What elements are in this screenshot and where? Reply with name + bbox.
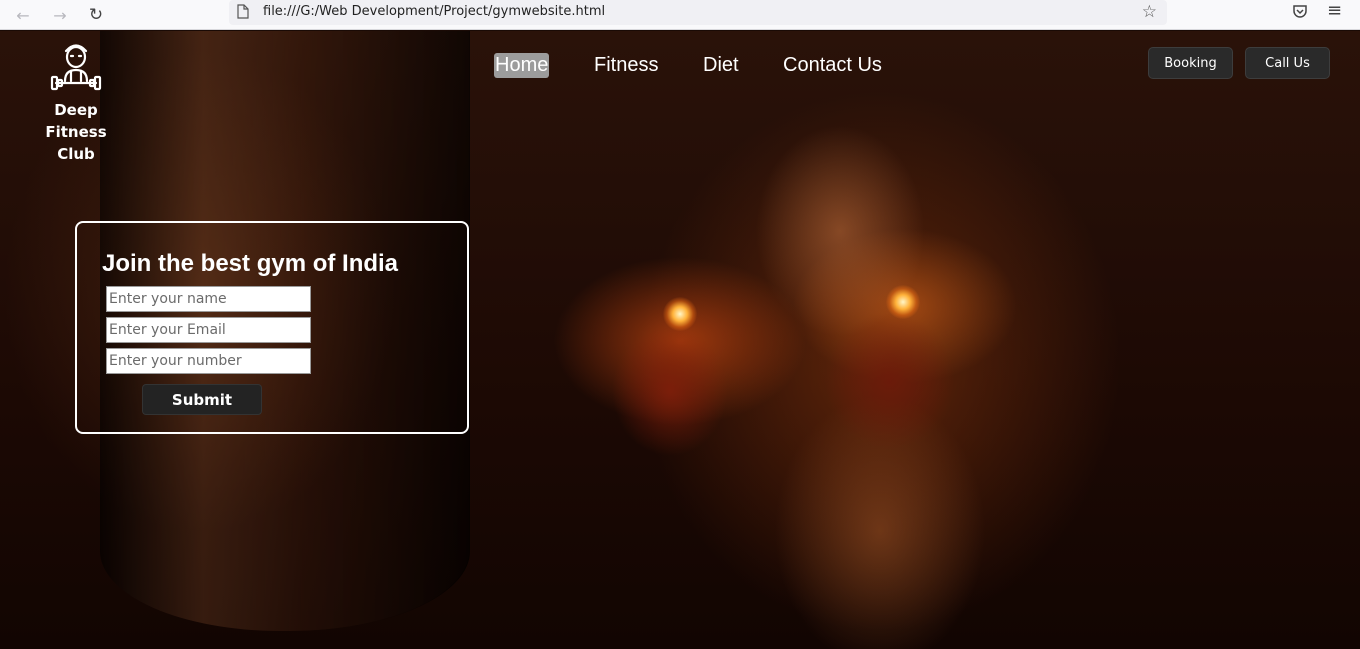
- reload-icon[interactable]: ↻: [84, 3, 108, 27]
- back-arrow-icon[interactable]: ←: [11, 3, 35, 27]
- nav-contact-link[interactable]: Contact Us: [783, 53, 882, 78]
- hamburger-menu-icon[interactable]: ≡: [1327, 0, 1342, 21]
- page-document-icon: [237, 4, 249, 19]
- trainer-with-barbell-icon: [50, 44, 102, 91]
- nav-fitness-link[interactable]: Fitness: [594, 53, 658, 78]
- number-input[interactable]: [106, 348, 311, 374]
- join-form-card: Join the best gym of India Submit: [75, 221, 469, 434]
- site-logo[interactable]: Deep Fitness Club: [22, 37, 130, 165]
- glove-spark-right: [886, 285, 920, 319]
- booking-button[interactable]: Booking: [1148, 47, 1233, 79]
- logo-text-line2: Club: [57, 145, 95, 163]
- join-form-title: Join the best gym of India: [102, 250, 399, 277]
- browser-toolbar: ← → ↻ file:///G:/Web Development/Project…: [0, 0, 1360, 30]
- boxer-hero-image: [560, 91, 1160, 649]
- nav-home-link[interactable]: Home: [494, 53, 550, 78]
- bookmark-star-icon[interactable]: ☆: [1142, 2, 1157, 22]
- glove-spark-left: [663, 297, 697, 331]
- hero-section: Deep Fitness Club Home Fitness Diet Cont…: [0, 31, 1360, 649]
- address-bar[interactable]: file:///G:/Web Development/Project/gymwe…: [229, 0, 1167, 25]
- submit-button[interactable]: Submit: [142, 384, 262, 415]
- url-text: file:///G:/Web Development/Project/gymwe…: [263, 4, 606, 19]
- forward-arrow-icon[interactable]: →: [48, 3, 72, 27]
- logo-text-line1: Deep Fitness: [45, 101, 107, 141]
- pocket-icon[interactable]: [1291, 2, 1309, 20]
- call-us-button[interactable]: Call Us: [1245, 47, 1330, 79]
- email-input[interactable]: [106, 317, 311, 343]
- name-input[interactable]: [106, 286, 311, 312]
- nav-diet-link[interactable]: Diet: [703, 53, 739, 78]
